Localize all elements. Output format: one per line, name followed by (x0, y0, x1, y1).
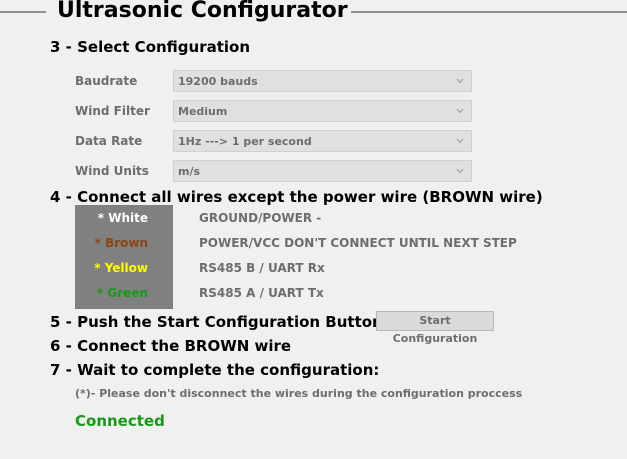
data-rate-label: Data Rate (75, 134, 143, 148)
chevron-down-icon (456, 78, 464, 84)
step-5-heading: 5 - Push the Start Configuration Button: (50, 313, 389, 331)
warning-note: (*)- Please don't disconnect the wires d… (75, 387, 523, 400)
wire-yellow-desc: RS485 B / UART Rx (199, 261, 325, 275)
step-3-heading: 3 - Select Configuration (50, 38, 251, 56)
wire-green-desc: RS485 A / UART Tx (199, 286, 324, 300)
data-rate-select[interactable]: 1Hz ---> 1 per second (173, 130, 472, 152)
header-rule-right (315, 11, 627, 13)
step-4-heading: 4 - Connect all wires except the power w… (50, 188, 543, 206)
wire-brown-label: * Brown (94, 236, 148, 250)
step-7-heading: 7 - Wait to complete the configuration: (50, 361, 380, 379)
baudrate-label: Baudrate (75, 74, 138, 88)
chevron-down-icon (456, 108, 464, 114)
wind-filter-label: Wind Filter (75, 104, 150, 118)
chevron-down-icon (456, 138, 464, 144)
header-rule-left (0, 11, 46, 13)
wind-filter-select[interactable]: Medium (173, 100, 472, 122)
chevron-down-icon (456, 168, 464, 174)
wire-yellow-label: * Yellow (94, 261, 148, 275)
app-title: Ultrasonic Configurator (54, 0, 351, 23)
wind-units-select[interactable]: m/s (173, 160, 472, 182)
wire-color-legend: * White * Brown * Yellow * Green (75, 205, 173, 309)
wind-units-value: m/s (178, 165, 201, 178)
wire-white-label: * White (97, 211, 148, 225)
wire-white-desc: GROUND/POWER - (199, 211, 322, 225)
step-6-heading: 6 - Connect the BROWN wire (50, 337, 292, 355)
connection-status: Connected (75, 412, 165, 430)
baudrate-select[interactable]: 19200 bauds (173, 70, 472, 92)
start-configuration-button[interactable]: Start Configuration (376, 311, 494, 345)
wind-units-label: Wind Units (75, 164, 149, 178)
wire-green-label: * Green (96, 286, 148, 300)
wind-filter-value: Medium (178, 105, 228, 118)
wire-brown-desc: POWER/VCC DON'T CONNECT UNTIL NEXT STEP (199, 236, 517, 250)
baudrate-value: 19200 bauds (178, 75, 258, 88)
data-rate-value: 1Hz ---> 1 per second (178, 135, 312, 148)
